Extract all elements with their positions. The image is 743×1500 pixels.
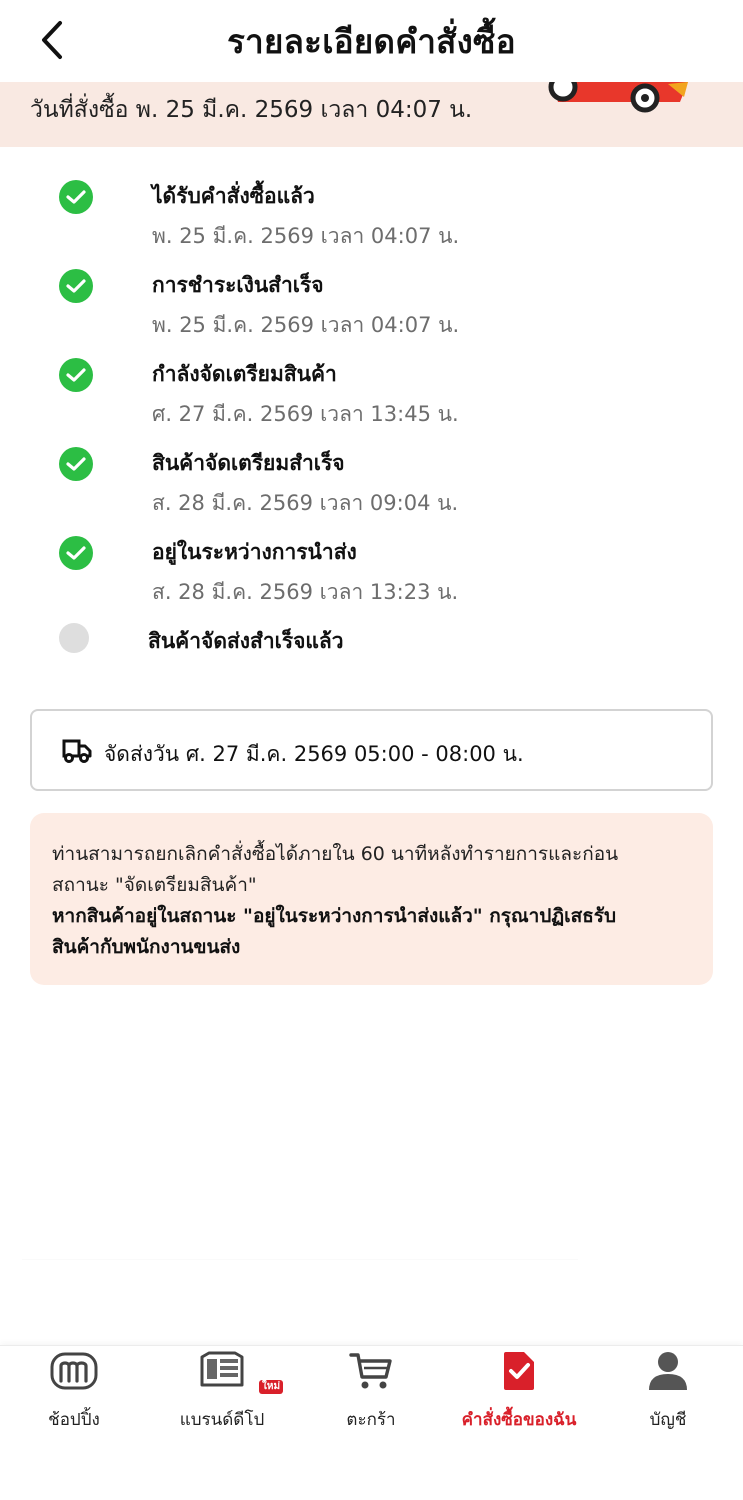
nav-item-cart[interactable]: ตะกร้า [297,1346,445,1446]
nav-label: ตะกร้า [346,1410,396,1430]
my-orders-icon [504,1352,534,1390]
step-time: พ. 25 มี.ค. 2569 เวลา 04:07 น. [152,313,460,337]
check-circle-icon [59,447,93,481]
nav-label: บัญชี [649,1410,687,1430]
cancellation-notice: ท่านสามารถยกเลิกคำสั่งซื้อได้ภายใน 60 นา… [30,813,713,985]
step-time: ส. 28 มี.ค. 2569 เวลา 09:04 น. [152,491,459,515]
divider [22,1260,578,1312]
nav-item-account[interactable]: บัญชี [594,1346,742,1446]
step-title: การชำระเงินสำเร็จ [152,273,324,297]
nav-item-brand-depot[interactable]: ใหม่ แบรนด์ดีโป [148,1346,296,1446]
nav-item-my-orders[interactable]: คำสั่งซื้อของฉัน [445,1346,593,1446]
check-circle-icon [59,269,93,303]
notice-line-bold: สินค้ากับพนักงานขนส่ง [52,936,241,958]
notice-line: ท่านสามารถยกเลิกคำสั่งซื้อได้ภายใน 60 นา… [52,843,619,865]
step-title: อยู่ในระหว่างการนำส่ง [152,540,357,564]
nav-label: แบรนด์ดีโป [179,1410,265,1430]
new-badge: ใหม่ [259,1380,284,1394]
brand-store-icon [200,1351,244,1387]
nav-item-shopping[interactable]: ช้อปปิ้ง [0,1346,148,1446]
pending-circle-icon [59,623,89,653]
shopping-m-icon [50,1352,98,1390]
header: รายละเอียดคำสั่งซื้อ [0,0,743,82]
back-button[interactable] [30,18,74,62]
check-circle-icon [59,180,93,214]
delivery-window-box: จัดส่งวัน ศ. 27 มี.ค. 2569 05:00 - 08:00… [30,709,713,791]
step-title: สินค้าจัดส่งสำเร็จแล้ว [148,629,344,653]
step-time: ศ. 27 มี.ค. 2569 เวลา 13:45 น. [152,402,459,426]
step-title: สินค้าจัดเตรียมสำเร็จ [152,451,345,475]
order-details-page: รายละเอียดคำสั่งซื้อ วันที่สั่งซื้อ พ. 2… [0,0,743,1500]
cart-icon [349,1353,392,1389]
page-title: รายละเอียดคำสั่งซื้อ [227,21,516,61]
delivery-truck-illustration [548,82,688,113]
bottom-navigation: ช้อปปิ้ง ใหม่ แบรนด์ดีโป ตะกร้า คำสั่งซื… [0,1345,743,1500]
nav-label: ช้อปปิ้ง [48,1410,100,1430]
nav-label: คำสั่งซื้อของฉัน [461,1410,577,1430]
check-circle-icon [59,358,93,392]
account-icon [649,1352,687,1390]
step-time: ส. 28 มี.ค. 2569 เวลา 13:23 น. [152,580,459,604]
step-title: ได้รับคำสั่งซื้อแล้ว [152,184,315,208]
step-title: กำลังจัดเตรียมสินค้า [152,362,337,386]
delivery-window-text: จัดส่งวัน ศ. 27 มี.ค. 2569 05:00 - 08:00… [104,742,524,766]
check-circle-icon [59,536,93,570]
notice-line: สถานะ "จัดเตรียมสินค้า" [52,874,257,896]
order-date-text: วันที่สั่งซื้อ พ. 25 มี.ค. 2569 เวลา 04:… [30,97,473,123]
chevron-left-icon [42,21,62,59]
delivery-truck-icon [62,739,92,763]
step-time: พ. 25 มี.ค. 2569 เวลา 04:07 น. [152,224,460,248]
order-date-banner: วันที่สั่งซื้อ พ. 25 มี.ค. 2569 เวลา 04:… [0,82,743,147]
notice-line-bold: หากสินค้าอยู่ในสถานะ "อยู่ในระหว่างการนำ… [52,905,617,927]
